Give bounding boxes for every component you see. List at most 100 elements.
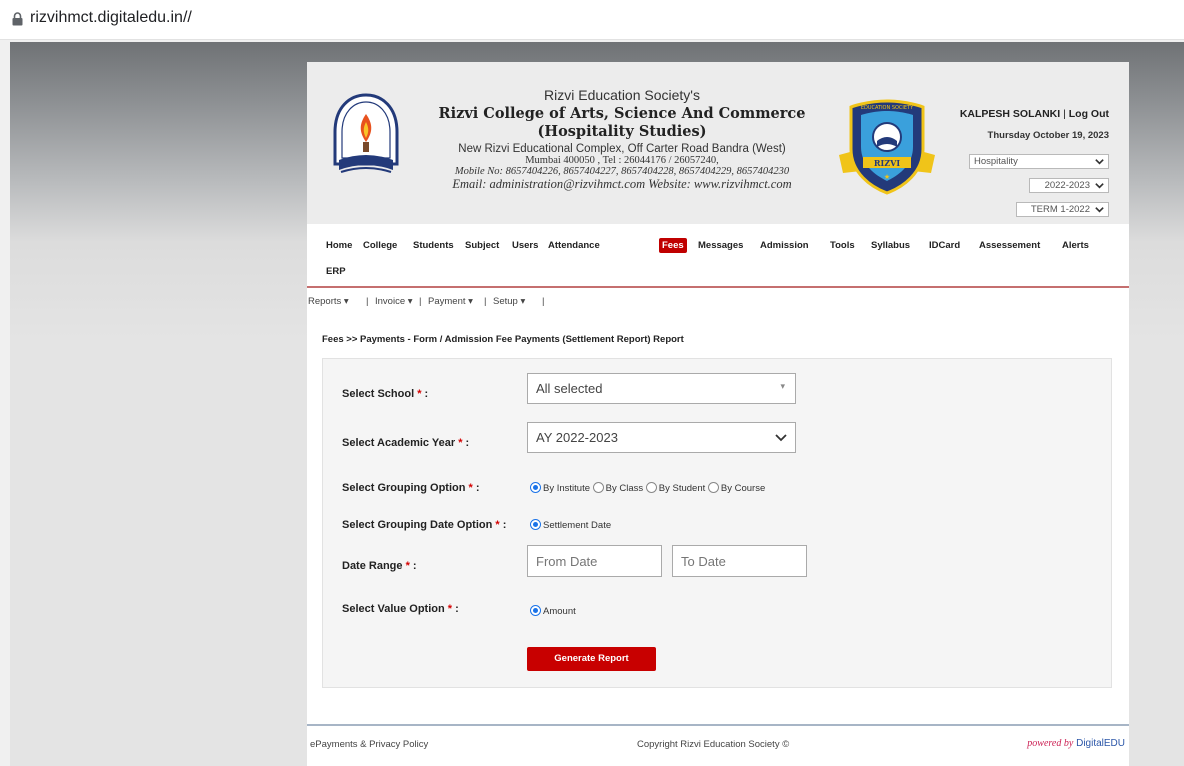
subnav-reports-label: Reports	[308, 296, 342, 307]
radio-settlement-date[interactable]: Settlement Date	[530, 519, 612, 531]
radio-unselected-icon	[592, 482, 604, 493]
radio-amount[interactable]: Amount	[530, 605, 576, 617]
stream-select-value: Hospitality	[974, 156, 1018, 167]
college-name: Rizvi College of Arts, Science And Comme…	[438, 105, 806, 122]
date-range-label: Date Range * :	[342, 560, 417, 572]
radio-selected-icon	[530, 605, 541, 616]
radio-by-class-label: By Class	[605, 483, 644, 494]
stream-select[interactable]: Hospitality	[969, 154, 1109, 169]
subnav-separator: |	[419, 296, 422, 307]
school-select-value: All selected	[536, 381, 603, 396]
page-footer: ePayments & Privacy Policy Copyright Riz…	[307, 724, 1129, 766]
value-option-group: Amount	[530, 605, 576, 617]
nav-alerts[interactable]: Alerts	[1062, 240, 1089, 251]
nav-users[interactable]: Users	[512, 240, 538, 251]
to-date-input[interactable]	[672, 545, 807, 577]
radio-by-student-label: By Student	[658, 483, 706, 494]
college-header: Rizvi Education Society's Rizvi College …	[307, 62, 1129, 224]
lock-icon	[12, 12, 23, 26]
breadcrumb: Fees >> Payments - Form / Admission Fee …	[322, 334, 684, 345]
chevron-down-icon	[775, 434, 787, 442]
date-range-label-text: Date Range	[342, 560, 403, 572]
academic-year-field[interactable]: AY 2022-2023	[527, 422, 796, 453]
radio-by-class[interactable]: By Class	[592, 482, 644, 494]
subnav-reports[interactable]: Reports ▾	[308, 296, 349, 307]
nav-messages[interactable]: Messages	[698, 240, 743, 251]
grouping-option-label-text: Select Grouping Option	[342, 482, 466, 494]
required-marker: *	[444, 603, 453, 615]
value-option-label-text: Select Value Option	[342, 603, 445, 615]
from-date-input[interactable]	[527, 545, 662, 577]
subnav-payment[interactable]: Payment ▾	[428, 296, 473, 307]
browser-url-bar[interactable]: rizvihmct.digitaledu.in//	[0, 0, 1184, 40]
academic-year-select[interactable]: 2022-2023	[1029, 178, 1109, 193]
required-marker: *	[465, 482, 473, 494]
footer-copyright: Copyright Rizvi Education Society ©	[637, 739, 790, 750]
user-box: KALPESH SOLANKI | Log Out Thursday Octob…	[960, 108, 1109, 141]
college-info: Rizvi Education Society's Rizvi College …	[422, 87, 822, 192]
term-select[interactable]: TERM 1-2022	[1016, 202, 1109, 217]
report-form-panel: Select School * : All selected ▾ Select …	[322, 358, 1112, 688]
footer-privacy-link[interactable]: ePayments & Privacy Policy	[310, 739, 428, 750]
subnav-invoice-label: Invoice	[375, 296, 406, 307]
nav-admission[interactable]: Admission	[760, 240, 809, 251]
required-marker: *	[492, 519, 500, 531]
main-content: Fees >> Payments - Form / Admission Fee …	[307, 314, 1129, 714]
school-select[interactable]: All selected ▾	[527, 373, 796, 404]
school-label-text: Select School	[342, 388, 415, 400]
subnav-separator: |	[366, 296, 369, 307]
main-nav: Home College Students Subject Users Atte…	[307, 224, 1129, 286]
nav-fees[interactable]: Fees	[659, 238, 687, 253]
nav-idcard[interactable]: IDCard	[929, 240, 960, 251]
academic-year-label: Select Academic Year * :	[342, 437, 470, 449]
subnav-setup[interactable]: Setup ▾	[493, 296, 525, 307]
footer-powered-label: powered by	[1027, 738, 1074, 749]
footer-powered-by[interactable]: powered by DigitalEDU	[1027, 738, 1125, 749]
user-separator: |	[1063, 108, 1066, 120]
chevron-down-icon	[1095, 159, 1104, 165]
academic-year-label-text: Select Academic Year	[342, 437, 456, 449]
caret-down-icon: ▾	[343, 296, 349, 307]
subnav-separator: |	[484, 296, 487, 307]
nav-erp[interactable]: ERP	[326, 266, 346, 277]
nav-assessement[interactable]: Assessement	[979, 240, 1040, 251]
generate-report-button[interactable]: Generate Report	[527, 647, 656, 671]
caret-down-icon: ▾	[780, 381, 785, 391]
radio-settlement-date-label: Settlement Date	[543, 520, 612, 531]
badge-text: RIZVI	[874, 158, 900, 168]
grouping-date-group: Settlement Date	[530, 519, 611, 531]
subnav-separator: |	[542, 296, 545, 307]
college-address: New Rizvi Educational Complex, Off Carte…	[458, 143, 786, 155]
subnav-setup-label: Setup	[493, 296, 518, 307]
subnav-invoice[interactable]: Invoice ▾	[375, 296, 413, 307]
app-container: Rizvi Education Society's Rizvi College …	[307, 62, 1129, 766]
academic-year-field-value: AY 2022-2023	[536, 430, 618, 445]
nav-subject[interactable]: Subject	[465, 240, 499, 251]
radio-selected-icon	[530, 482, 541, 493]
college-logo	[333, 93, 399, 173]
badge-star-icon: ★	[884, 173, 890, 181]
sub-nav: Reports ▾ | Invoice ▾ | Payment ▾ | Setu…	[307, 288, 1129, 314]
radio-by-student[interactable]: By Student	[645, 482, 706, 494]
logout-link[interactable]: Log Out	[1069, 108, 1109, 120]
radio-by-course[interactable]: By Course	[707, 482, 765, 494]
nav-attendance[interactable]: Attendance	[548, 240, 600, 251]
nav-syllabus[interactable]: Syllabus	[871, 240, 910, 251]
caret-down-icon: ▾	[520, 296, 526, 307]
grouping-option-group: By Institute By Class By Student By Cour…	[530, 482, 765, 494]
nav-home[interactable]: Home	[326, 240, 352, 251]
radio-by-institute[interactable]: By Institute	[530, 482, 590, 494]
required-marker: *	[455, 437, 463, 449]
society-badge-logo: EDUCATION SOCIETY RIZVI ★	[839, 99, 935, 195]
academic-year-select-value: 2022-2023	[1044, 180, 1090, 191]
grouping-date-label-text: Select Grouping Date Option	[342, 519, 493, 531]
nav-students[interactable]: Students	[413, 240, 454, 251]
user-name: KALPESH SOLANKI	[959, 108, 1061, 120]
nav-college[interactable]: College	[363, 240, 397, 251]
required-marker: *	[414, 388, 422, 400]
value-option-label: Select Value Option * :	[342, 603, 459, 615]
nav-tools[interactable]: Tools	[830, 240, 855, 251]
grouping-date-label: Select Grouping Date Option * :	[342, 519, 507, 531]
college-subtitle: (Hospitality Studies)	[537, 123, 707, 140]
url-text[interactable]: rizvihmct.digitaledu.in//	[30, 9, 192, 27]
